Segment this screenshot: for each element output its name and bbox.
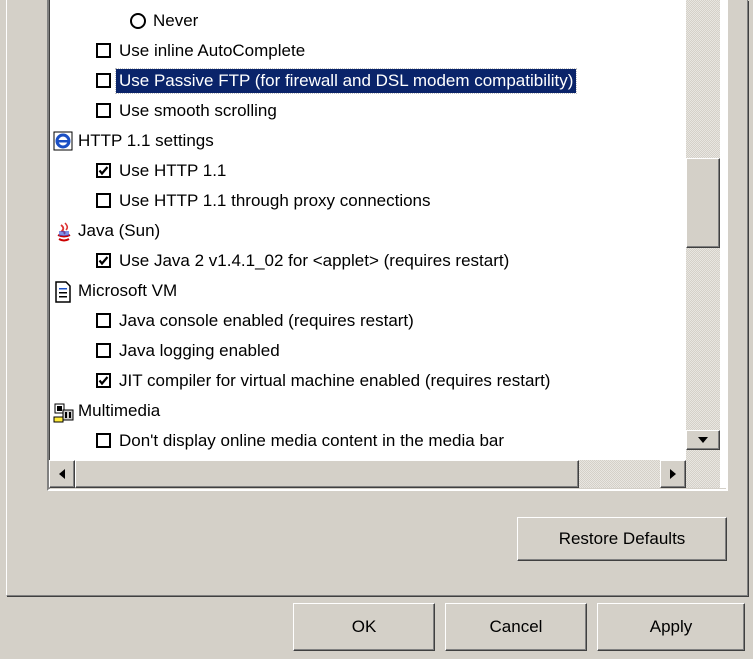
option-label: Java console enabled (requires restart) bbox=[119, 311, 414, 330]
option-label: Microsoft VM bbox=[78, 281, 178, 300]
horizontal-scrollbar[interactable] bbox=[49, 460, 686, 488]
arrow-down-icon bbox=[698, 437, 708, 443]
arrow-left-icon bbox=[59, 469, 65, 479]
option-label: Multimedia bbox=[78, 401, 161, 420]
selected-option-label: Use Passive FTP (for firewall and DSL mo… bbox=[114, 68, 578, 94]
ok-label: OK bbox=[351, 617, 377, 636]
option-label: Java logging enabled bbox=[119, 341, 280, 360]
apply-label: Apply bbox=[649, 617, 693, 636]
option-label: Java (Sun) bbox=[78, 221, 161, 240]
checkbox[interactable] bbox=[96, 253, 111, 268]
option-label: Don't display online media content in th… bbox=[119, 431, 505, 450]
scrollbar-corner bbox=[686, 450, 720, 488]
horizontal-scroll-thumb[interactable] bbox=[75, 460, 579, 488]
scroll-left-button[interactable] bbox=[49, 460, 75, 488]
vertical-scrollbar[interactable] bbox=[686, 0, 720, 450]
checkbox[interactable] bbox=[96, 313, 111, 328]
option-label: Use HTTP 1.1 through proxy connections bbox=[119, 191, 431, 210]
cancel-label: Cancel bbox=[489, 617, 543, 636]
option-label: Use smooth scrolling bbox=[119, 101, 277, 120]
checkbox[interactable] bbox=[96, 73, 111, 88]
scroll-right-button[interactable] bbox=[660, 460, 686, 488]
option-label: Use inline AutoComplete bbox=[119, 41, 306, 60]
arrow-right-icon bbox=[670, 469, 676, 479]
ok-button[interactable]: OK bbox=[293, 603, 435, 651]
checkbox[interactable] bbox=[96, 343, 111, 358]
restore-defaults-label: Restore Defaults bbox=[558, 529, 686, 548]
radio-button[interactable] bbox=[130, 13, 146, 29]
document-icon bbox=[53, 281, 73, 303]
vertical-scroll-thumb[interactable] bbox=[686, 158, 720, 248]
scroll-down-button[interactable] bbox=[686, 430, 720, 450]
java-icon bbox=[53, 221, 73, 242]
option-label: HTTP 1.1 settings bbox=[78, 131, 214, 150]
checkbox[interactable] bbox=[96, 103, 111, 118]
checkbox[interactable] bbox=[96, 163, 111, 178]
multimedia-icon bbox=[53, 401, 74, 423]
option-label: JIT compiler for virtual machine enabled… bbox=[119, 371, 551, 390]
ie-icon bbox=[53, 131, 73, 151]
settings-rows: Never Use inline AutoComplete Use Passive … bbox=[49, 0, 685, 450]
advanced-tab-page: Never Use inline AutoComplete Use Passive … bbox=[6, 0, 748, 596]
restore-defaults-button[interactable]: Restore Defaults bbox=[517, 517, 727, 561]
checkbox[interactable] bbox=[96, 433, 111, 448]
option-label: Use HTTP 1.1 bbox=[119, 161, 227, 180]
option-label: Use Java 2 v1.4.1_02 for <applet> (requi… bbox=[119, 251, 510, 270]
settings-tree-list[interactable]: Never Use inline AutoComplete Use Passive … bbox=[47, 0, 728, 491]
apply-button[interactable]: Apply bbox=[597, 603, 745, 651]
cancel-button[interactable]: Cancel bbox=[445, 603, 587, 651]
option-label: Never bbox=[153, 11, 199, 30]
checkbox[interactable] bbox=[96, 43, 111, 58]
checkbox[interactable] bbox=[96, 373, 111, 388]
checkbox[interactable] bbox=[96, 193, 111, 208]
